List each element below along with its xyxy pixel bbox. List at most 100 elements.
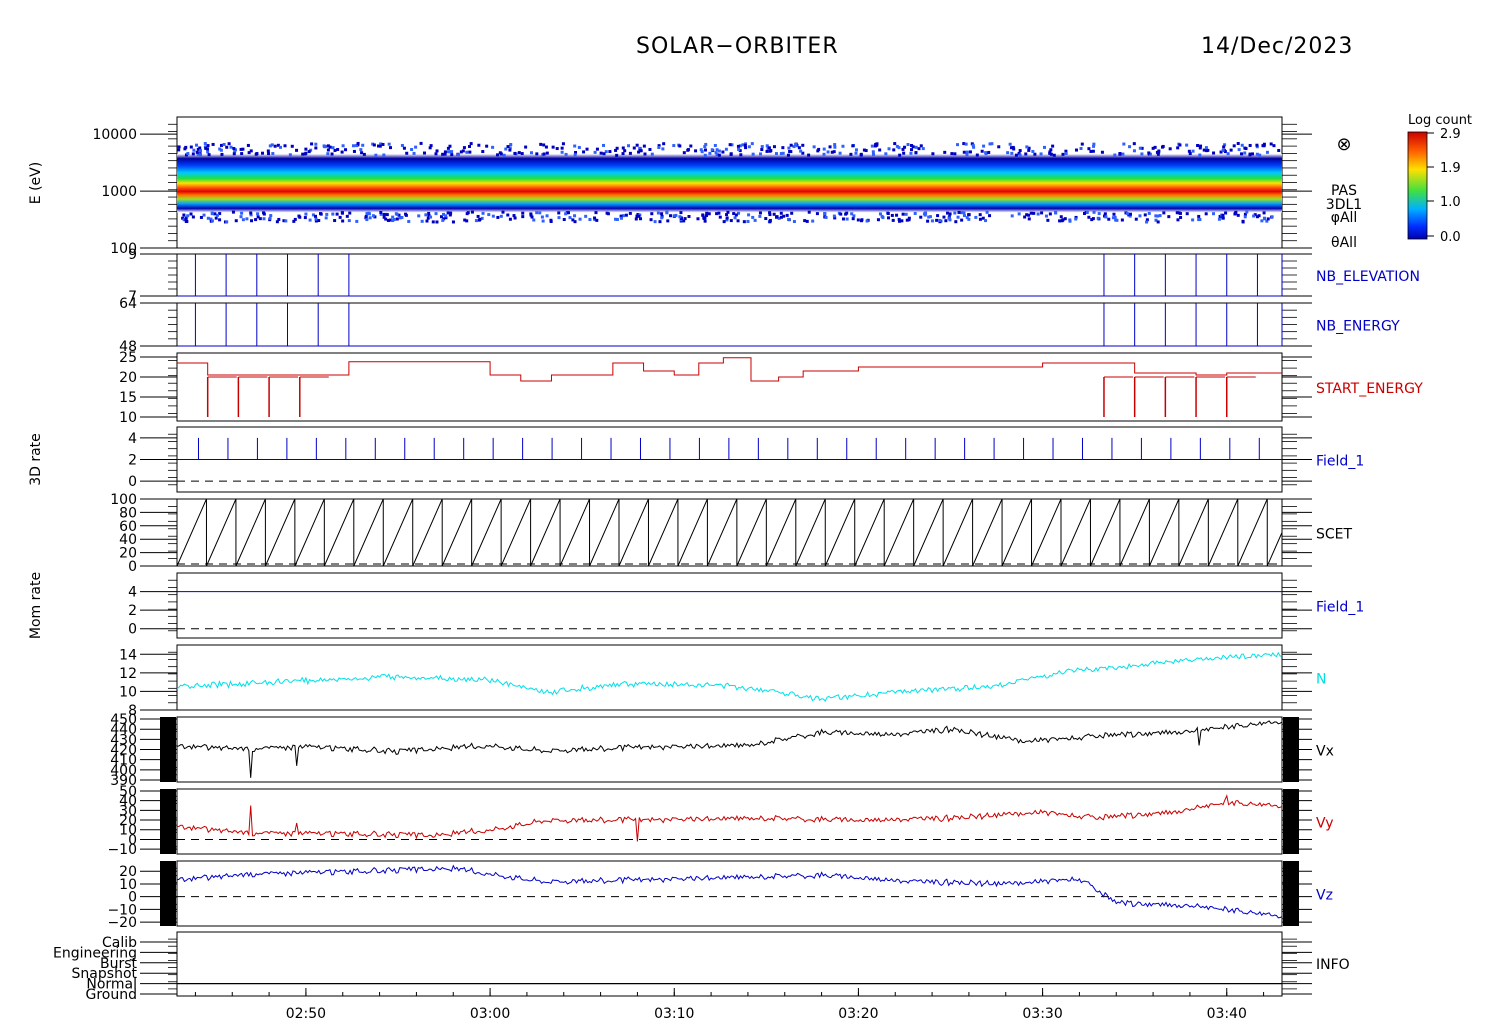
colorbar-tick-label: 0.0 [1440, 230, 1461, 245]
spectrogram-pixel [378, 144, 382, 148]
spectrogram-pixel [1104, 215, 1108, 219]
spectrogram-pixel [893, 142, 897, 146]
spectrogram-pixel [658, 220, 662, 224]
spectrogram-pixel [218, 147, 222, 151]
spectrogram-pixel [943, 150, 947, 154]
side-block [160, 789, 176, 854]
spectrogram-pixel [967, 217, 971, 221]
spectrogram-pixel [462, 146, 466, 150]
spectrogram-pixel [650, 152, 654, 156]
spectrogram-pixel [582, 150, 586, 154]
y-tick-label: 0 [128, 474, 137, 490]
spectrogram-pixel [794, 142, 798, 146]
spectrogram-pixel [962, 150, 966, 154]
spectrogram-pixel [273, 144, 277, 148]
spectrogram-pixel [1160, 145, 1164, 149]
spectrogram-pixel [679, 211, 683, 215]
spectrogram-pixel [851, 217, 855, 221]
spectrogram-pixel [456, 153, 460, 157]
spectrogram-pixel [562, 217, 566, 221]
spectrogram-pixel [246, 143, 250, 147]
spectrogram-pixel [520, 152, 524, 156]
spectrogram-pixel [797, 146, 801, 150]
spectrogram-pixel [984, 219, 988, 223]
spectrogram-pixel [619, 216, 623, 220]
spectrogram-pixel [365, 218, 369, 222]
spectrogram-pixel [927, 215, 931, 219]
spectrogram-pixel [703, 145, 707, 149]
spectrogram-pixel [186, 152, 190, 156]
spectrogram-pixel [775, 215, 779, 219]
spectrogram-pixel [713, 143, 717, 147]
spectrogram-pixel [637, 214, 641, 218]
spectrogram-pixel [1265, 150, 1269, 154]
spectrogram-pixel [627, 144, 631, 148]
y-tick-label: −10 [107, 842, 137, 858]
y-tick-label: −20 [107, 915, 137, 931]
spectrogram-pixel [573, 220, 577, 224]
spectrogram-pixel [529, 213, 533, 217]
spectrogram-pixel [786, 153, 790, 157]
spectrogram-pixel [1222, 145, 1226, 149]
spectrogram-pixel [828, 145, 832, 149]
series-vz [176, 864, 1283, 919]
spectrogram-pixel [542, 152, 546, 156]
spectrogram-pixel [307, 150, 311, 154]
spectrogram-pixel [1204, 212, 1208, 216]
spectrogram-pixel [884, 152, 888, 156]
spectrogram-pixel [540, 215, 544, 219]
spectrogram-pixel [284, 219, 288, 223]
y-axis-label: Mom rate [28, 572, 44, 639]
spectrogram-pixel [1025, 145, 1029, 149]
spectrogram-pixel [1096, 216, 1100, 220]
spectrogram-pixel [1270, 215, 1274, 219]
spectrogram-pixel [249, 149, 253, 153]
spectrogram-pixel [468, 150, 472, 154]
spectrogram-pixel [1236, 213, 1240, 217]
spectrogram-pixel [1029, 211, 1033, 215]
spectrogram-pixel [768, 220, 772, 224]
spectrogram-pixel [822, 152, 826, 156]
spectrogram-pixel [352, 149, 356, 153]
spectrogram-pixel [1018, 153, 1022, 157]
spectrogram-pixel [839, 212, 843, 216]
spectrogram-pixel [714, 151, 718, 155]
side-block [1283, 717, 1299, 782]
spectrogram-pixel [1261, 144, 1265, 148]
panel-frame [176, 716, 1283, 783]
spectrogram-pixel [290, 144, 294, 148]
spectrogram-pixel [469, 142, 473, 146]
spectrogram-pixel [333, 219, 337, 223]
spectrogram-pixel [856, 218, 860, 222]
spectrogram-pixel [467, 144, 471, 148]
spectrogram-pixel [1033, 152, 1037, 156]
spectrogram-pixel [385, 213, 389, 217]
spectrogram-pixel [382, 212, 386, 216]
spectrogram-pixel [656, 211, 660, 215]
spectrogram-pixel [177, 148, 181, 152]
spectrogram-pixel [199, 215, 203, 219]
series-n [176, 651, 1283, 702]
spectrogram-pixel [702, 216, 706, 220]
spectrogram-side-label: θAll [1331, 235, 1357, 251]
spectrogram-pixel [481, 150, 485, 154]
spectrogram-pixel [1014, 153, 1018, 157]
spectrogram-pixel [241, 218, 245, 222]
spectrogram-pixel [211, 142, 215, 146]
spectrogram-pixel [491, 145, 495, 149]
spectrogram-pixel [256, 215, 260, 219]
spectrogram-pixel [560, 150, 564, 154]
spectrogram-pixel [444, 214, 448, 218]
spectrogram-pixel [333, 148, 337, 152]
spectrogram-pixel [551, 145, 555, 149]
spectrogram-pixel [564, 152, 568, 156]
spectrogram-pixel [1212, 151, 1216, 155]
spectrogram-pixel [405, 151, 409, 155]
spectrogram-pixel [1262, 211, 1266, 215]
spectrogram-pixel [660, 212, 664, 216]
spectrogram-pixel [880, 214, 884, 218]
spectrogram-pixel [751, 215, 755, 219]
spectrogram-pixel [931, 152, 935, 156]
spectrogram-pixel [886, 216, 890, 220]
spectrogram-pixel [465, 219, 469, 223]
